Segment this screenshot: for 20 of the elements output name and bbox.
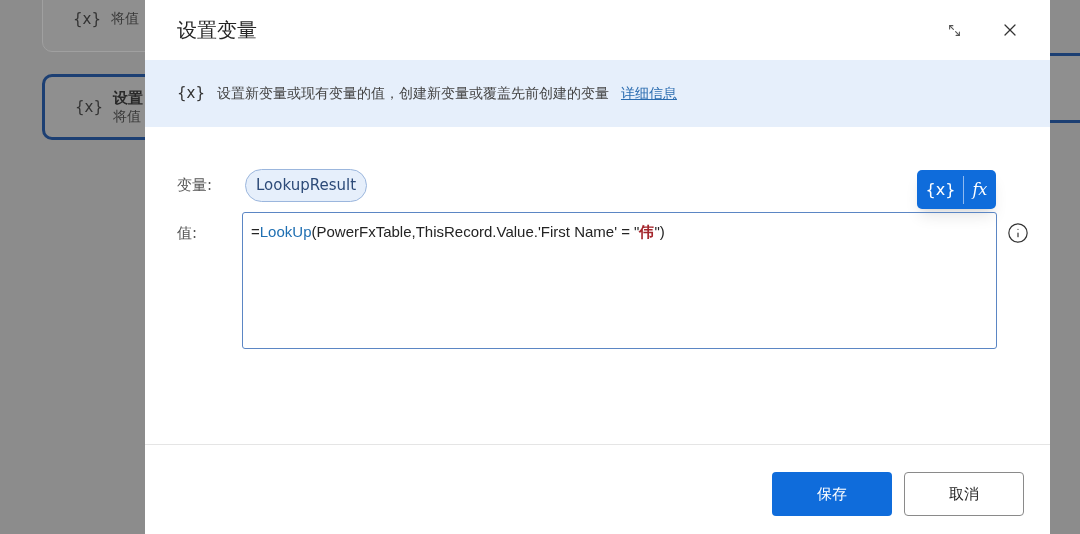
expand-icon [947, 23, 961, 37]
variable-icon: {x} [177, 82, 205, 105]
dialog-title: 设置变量 [177, 17, 258, 44]
insert-function-button[interactable]: fx [972, 177, 988, 202]
banner-text: 设置新变量或现有变量的值，创建新变量或覆盖先前创建的变量 [216, 84, 609, 103]
cancel-button[interactable]: 取消 [904, 472, 1024, 516]
save-button[interactable]: 保存 [772, 472, 892, 516]
value-field[interactable]: =LookUp(PowerFxTable,ThisRecord.Value.'First Name' = "伟") [242, 212, 997, 349]
step-subtitle: 将值 [110, 10, 139, 28]
variable-icon: {x} [75, 95, 103, 119]
variable-icon: {x} [73, 7, 101, 31]
field-label: 变量: [177, 175, 214, 197]
details-link[interactable]: 详细信息 [620, 83, 677, 104]
variable-chip[interactable]: LookupResult [245, 169, 368, 202]
field-label: 值: [177, 223, 199, 244]
insert-variable-button[interactable]: {x} [925, 177, 956, 202]
step-subtitle: 将值 [112, 107, 142, 126]
step-card[interactable]: {x} 将值 [42, 0, 145, 52]
info-icon[interactable] [1007, 222, 1029, 244]
step-title: 设置 [112, 88, 143, 108]
